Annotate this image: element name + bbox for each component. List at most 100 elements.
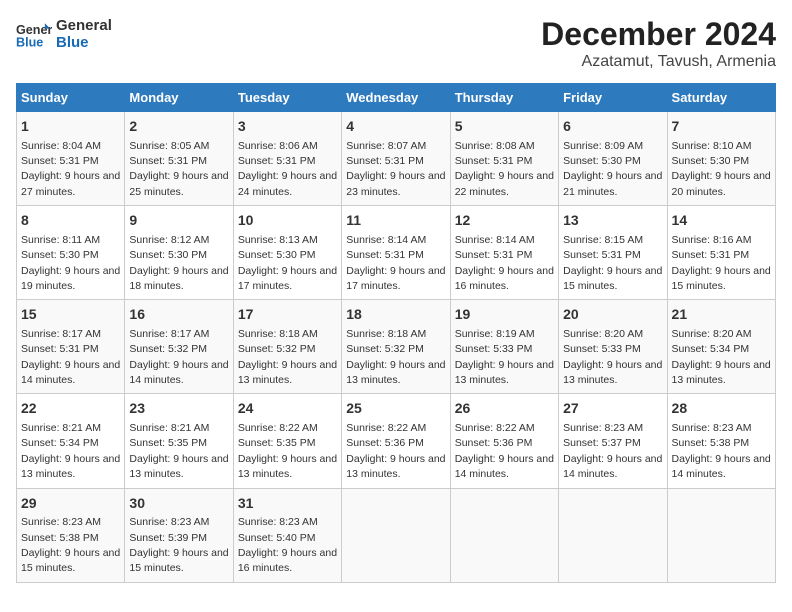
calendar-cell: 30Sunrise: 8:23 AMSunset: 5:39 PMDayligh… — [125, 488, 233, 582]
day-number: 15 — [21, 305, 120, 325]
day-number: 5 — [455, 117, 554, 137]
logo-icon: General Blue — [16, 16, 52, 52]
calendar-cell: 24Sunrise: 8:22 AMSunset: 5:35 PMDayligh… — [233, 394, 341, 488]
day-number: 30 — [129, 494, 228, 514]
day-number: 6 — [563, 117, 662, 137]
calendar-cell — [667, 488, 775, 582]
day-detail: Sunrise: 8:22 AMSunset: 5:36 PMDaylight:… — [455, 422, 554, 480]
calendar-cell: 29Sunrise: 8:23 AMSunset: 5:38 PMDayligh… — [17, 488, 125, 582]
calendar-cell: 8 Sunrise: 8:11 AMSunset: 5:30 PMDaylight… — [17, 206, 125, 300]
day-detail: Sunrise: 8:22 AMSunset: 5:35 PMDaylight:… — [238, 422, 337, 480]
page-title: December 2024 — [541, 16, 776, 53]
calendar-cell: 27 Sunrise: 8:23 AMSunset: 5:37 PMDayligh… — [559, 394, 667, 488]
day-number: 21 — [672, 305, 771, 325]
calendar-cell: 22Sunrise: 8:21 AMSunset: 5:34 PMDayligh… — [17, 394, 125, 488]
calendar-cell: 20 Sunrise: 8:20 AMSunset: 5:33 PMDayligh… — [559, 300, 667, 394]
day-detail: Sunrise: 8:19 AMSunset: 5:33 PMDaylight:… — [455, 328, 554, 386]
day-detail: Sunrise: 8:08 AMSunset: 5:31 PMDaylight:… — [455, 140, 554, 198]
column-header-monday: Monday — [125, 84, 233, 112]
day-number: 18 — [346, 305, 445, 325]
day-number: 31 — [238, 494, 337, 514]
page-header: General Blue General Blue December 2024 … — [16, 16, 776, 71]
day-detail: Sunrise: 8:18 AMSunset: 5:32 PMDaylight:… — [238, 328, 337, 386]
week-row-4: 22Sunrise: 8:21 AMSunset: 5:34 PMDayligh… — [17, 394, 776, 488]
day-detail: Sunrise: 8:09 AMSunset: 5:30 PMDaylight:… — [563, 140, 662, 198]
day-number: 16 — [129, 305, 228, 325]
day-detail: Sunrise: 8:23 AMSunset: 5:38 PMDaylight:… — [672, 422, 771, 480]
day-number: 20 — [563, 305, 662, 325]
calendar-cell: 23 Sunrise: 8:21 AMSunset: 5:35 PMDayligh… — [125, 394, 233, 488]
day-detail: Sunrise: 8:23 AMSunset: 5:38 PMDaylight:… — [21, 516, 120, 574]
column-header-saturday: Saturday — [667, 84, 775, 112]
column-header-sunday: Sunday — [17, 84, 125, 112]
calendar-cell: 9Sunrise: 8:12 AMSunset: 5:30 PMDaylight… — [125, 206, 233, 300]
day-number: 25 — [346, 399, 445, 419]
day-detail: Sunrise: 8:20 AMSunset: 5:34 PMDaylight:… — [672, 328, 771, 386]
title-block: December 2024 Azatamut, Tavush, Armenia — [541, 16, 776, 71]
week-row-5: 29Sunrise: 8:23 AMSunset: 5:38 PMDayligh… — [17, 488, 776, 582]
day-detail: Sunrise: 8:18 AMSunset: 5:32 PMDaylight:… — [346, 328, 445, 386]
calendar-table: SundayMondayTuesdayWednesdayThursdayFrid… — [16, 83, 776, 583]
calendar-cell: 6 Sunrise: 8:09 AMSunset: 5:30 PMDaylight… — [559, 112, 667, 206]
day-number: 2 — [129, 117, 228, 137]
calendar-cell: 4 Sunrise: 8:07 AMSunset: 5:31 PMDaylight… — [342, 112, 450, 206]
calendar-cell: 17 Sunrise: 8:18 AMSunset: 5:32 PMDayligh… — [233, 300, 341, 394]
day-detail: Sunrise: 8:04 AMSunset: 5:31 PMDaylight:… — [21, 140, 120, 198]
day-detail: Sunrise: 8:14 AMSunset: 5:31 PMDaylight:… — [455, 234, 554, 292]
svg-text:Blue: Blue — [16, 36, 43, 50]
day-number: 17 — [238, 305, 337, 325]
day-detail: Sunrise: 8:14 AMSunset: 5:31 PMDaylight:… — [346, 234, 445, 292]
day-number: 22 — [21, 399, 120, 419]
column-header-tuesday: Tuesday — [233, 84, 341, 112]
day-detail: Sunrise: 8:23 AMSunset: 5:39 PMDaylight:… — [129, 516, 228, 574]
day-detail: Sunrise: 8:12 AMSunset: 5:30 PMDaylight:… — [129, 234, 228, 292]
calendar-cell: 3 Sunrise: 8:06 AMSunset: 5:31 PMDaylight… — [233, 112, 341, 206]
day-number: 28 — [672, 399, 771, 419]
day-detail: Sunrise: 8:21 AMSunset: 5:35 PMDaylight:… — [129, 422, 228, 480]
day-number: 29 — [21, 494, 120, 514]
day-detail: Sunrise: 8:23 AMSunset: 5:37 PMDaylight:… — [563, 422, 662, 480]
logo-line1: General — [56, 17, 112, 34]
day-number: 23 — [129, 399, 228, 419]
day-detail: Sunrise: 8:11 AMSunset: 5:30 PMDaylight:… — [21, 234, 120, 292]
day-detail: Sunrise: 8:17 AMSunset: 5:31 PMDaylight:… — [21, 328, 120, 386]
column-header-thursday: Thursday — [450, 84, 558, 112]
day-detail: Sunrise: 8:16 AMSunset: 5:31 PMDaylight:… — [672, 234, 771, 292]
day-number: 4 — [346, 117, 445, 137]
calendar-cell: 12Sunrise: 8:14 AMSunset: 5:31 PMDayligh… — [450, 206, 558, 300]
day-number: 7 — [672, 117, 771, 137]
calendar-cell: 5 Sunrise: 8:08 AMSunset: 5:31 PMDaylight… — [450, 112, 558, 206]
day-detail: Sunrise: 8:23 AMSunset: 5:40 PMDaylight:… — [238, 516, 337, 574]
calendar-cell: 28 Sunrise: 8:23 AMSunset: 5:38 PMDayligh… — [667, 394, 775, 488]
column-header-wednesday: Wednesday — [342, 84, 450, 112]
day-number: 14 — [672, 211, 771, 231]
day-number: 10 — [238, 211, 337, 231]
week-row-1: 1Sunrise: 8:04 AMSunset: 5:31 PMDaylight… — [17, 112, 776, 206]
calendar-cell: 11 Sunrise: 8:14 AMSunset: 5:31 PMDayligh… — [342, 206, 450, 300]
logo: General Blue General Blue — [16, 16, 112, 52]
day-detail: Sunrise: 8:13 AMSunset: 5:30 PMDaylight:… — [238, 234, 337, 292]
logo-line2: Blue — [56, 34, 112, 51]
column-header-friday: Friday — [559, 84, 667, 112]
day-detail: Sunrise: 8:17 AMSunset: 5:32 PMDaylight:… — [129, 328, 228, 386]
calendar-cell — [342, 488, 450, 582]
week-row-3: 15 Sunrise: 8:17 AMSunset: 5:31 PMDayligh… — [17, 300, 776, 394]
calendar-cell: 31Sunrise: 8:23 AMSunset: 5:40 PMDayligh… — [233, 488, 341, 582]
calendar-cell: 7 Sunrise: 8:10 AMSunset: 5:30 PMDaylight… — [667, 112, 775, 206]
day-detail: Sunrise: 8:22 AMSunset: 5:36 PMDaylight:… — [346, 422, 445, 480]
day-number: 27 — [563, 399, 662, 419]
day-detail: Sunrise: 8:10 AMSunset: 5:30 PMDaylight:… — [672, 140, 771, 198]
calendar-cell: 18 Sunrise: 8:18 AMSunset: 5:32 PMDayligh… — [342, 300, 450, 394]
page-subtitle: Azatamut, Tavush, Armenia — [541, 53, 776, 71]
day-number: 11 — [346, 211, 445, 231]
calendar-cell: 14 Sunrise: 8:16 AMSunset: 5:31 PMDayligh… — [667, 206, 775, 300]
day-detail: Sunrise: 8:07 AMSunset: 5:31 PMDaylight:… — [346, 140, 445, 198]
day-detail: Sunrise: 8:20 AMSunset: 5:33 PMDaylight:… — [563, 328, 662, 386]
calendar-cell: 2Sunrise: 8:05 AMSunset: 5:31 PMDaylight… — [125, 112, 233, 206]
day-number: 8 — [21, 211, 120, 231]
day-detail: Sunrise: 8:06 AMSunset: 5:31 PMDaylight:… — [238, 140, 337, 198]
day-number: 19 — [455, 305, 554, 325]
calendar-cell: 13Sunrise: 8:15 AMSunset: 5:31 PMDayligh… — [559, 206, 667, 300]
day-number: 3 — [238, 117, 337, 137]
calendar-cell: 19 Sunrise: 8:19 AMSunset: 5:33 PMDayligh… — [450, 300, 558, 394]
